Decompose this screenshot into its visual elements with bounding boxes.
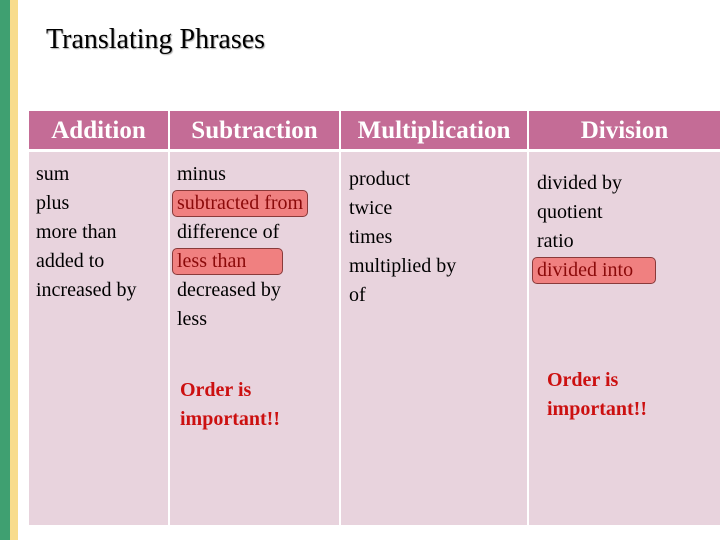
- header-addition: Addition: [29, 111, 168, 149]
- list-item: plus: [36, 192, 70, 214]
- list-item: more than: [36, 221, 117, 243]
- accent-bar-yellow: [10, 0, 18, 540]
- list-item: twice: [349, 197, 393, 219]
- cell-subtraction: minus subtracted from difference of less…: [170, 152, 339, 525]
- cell-division: divided by quotient ratio divided into O…: [529, 152, 720, 525]
- order-note: Order is important!!: [180, 379, 280, 430]
- header-multiplication: Multiplication: [341, 111, 527, 149]
- list-item: added to: [36, 250, 105, 272]
- list-item: product: [349, 168, 411, 190]
- list-item: times: [349, 226, 393, 248]
- list-item: less: [177, 308, 207, 330]
- header-subtraction: Subtraction: [170, 111, 339, 149]
- list-item: of: [349, 284, 366, 306]
- order-note: Order is important!!: [547, 369, 647, 420]
- list-item: difference of: [177, 221, 280, 243]
- list-item: quotient: [537, 201, 603, 223]
- highlighted-item: less than: [172, 248, 284, 275]
- list-item: multiplied by: [349, 255, 457, 277]
- list-item: increased by: [36, 279, 137, 301]
- list-item: sum: [36, 163, 70, 185]
- header-division: Division: [529, 111, 720, 149]
- highlighted-item: divided into: [532, 257, 657, 284]
- list-item: ratio: [537, 230, 574, 252]
- list-item: minus: [177, 163, 226, 185]
- page-title: Translating Phrases: [46, 24, 266, 55]
- list-item: decreased by: [177, 279, 281, 301]
- list-item: divided by: [537, 172, 622, 194]
- highlighted-item: subtracted from: [172, 190, 309, 217]
- cell-addition: sum plus more than added to increased by: [29, 152, 168, 525]
- cell-multiplication: product twice times multiplied by of: [341, 152, 527, 525]
- accent-bar-green: [0, 0, 10, 540]
